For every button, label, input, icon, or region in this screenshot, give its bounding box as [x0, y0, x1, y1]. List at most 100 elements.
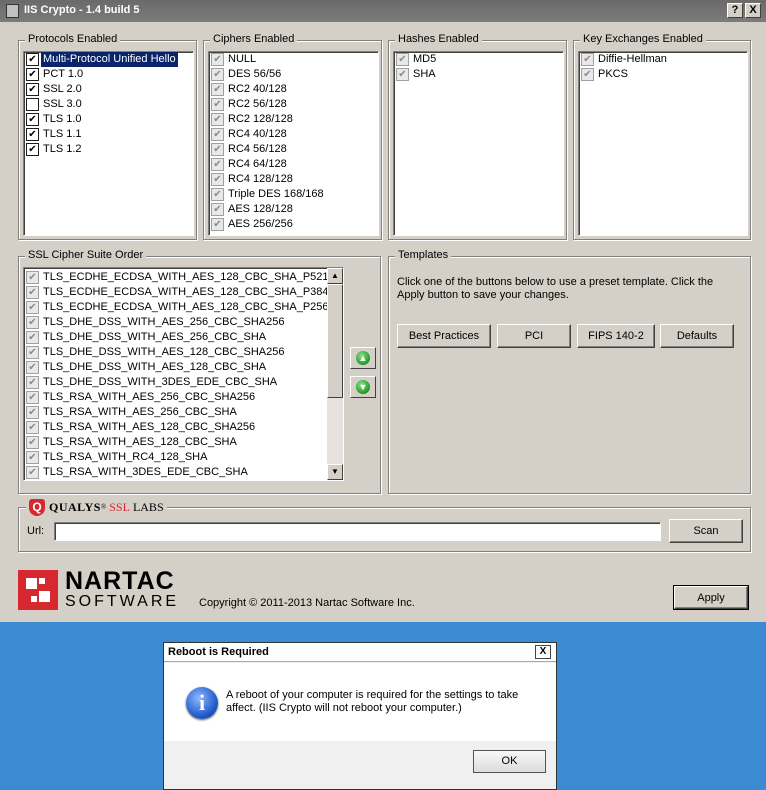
cipher-suite-item[interactable]: ✔ TLS_RSA_WITH_AES_256_CBC_SHA: [24, 405, 327, 420]
ciphers-legend: Ciphers Enabled: [210, 33, 298, 45]
cipher-item[interactable]: ✔ RC2 56/128: [209, 97, 378, 112]
cipher-suite-item[interactable]: ✔ TLS_RSA_WITH_RC4_128_SHA: [24, 450, 327, 465]
cipher-suite-item[interactable]: ✔ TLS_ECDHE_ECDSA_WITH_AES_128_CBC_SHA_P3…: [24, 285, 329, 300]
checkbox[interactable]: ✔: [26, 286, 39, 299]
protocol-item[interactable]: ✔ TLS 1.2: [24, 142, 193, 157]
cipher-suite-legend: SSL Cipher Suite Order: [25, 249, 147, 261]
checkbox[interactable]: ✔: [211, 113, 224, 126]
scroll-down-arrow-icon[interactable]: ▼: [327, 464, 343, 480]
checkbox[interactable]: ✔: [26, 316, 39, 329]
checkbox[interactable]: ✔: [26, 331, 39, 344]
checkbox[interactable]: ✔: [581, 53, 594, 66]
checkbox[interactable]: ✔: [26, 113, 39, 126]
checkbox[interactable]: ✔: [26, 376, 39, 389]
url-input[interactable]: [54, 522, 661, 541]
checkbox[interactable]: ✔: [26, 83, 39, 96]
protocols-list[interactable]: ✔ Multi-Protocol Unified Hello ✔ PCT 1.0 ✔ SS…: [23, 51, 194, 236]
checkbox[interactable]: ✔: [211, 143, 224, 156]
move-down-button[interactable]: ▼: [350, 376, 376, 398]
checkbox[interactable]: ✔: [211, 158, 224, 171]
fips-button[interactable]: FIPS 140-2: [577, 324, 655, 348]
checkbox[interactable]: ✔: [26, 346, 39, 359]
cipher-item[interactable]: ✔ RC2 40/128: [209, 82, 378, 97]
checkbox[interactable]: ✔: [211, 53, 224, 66]
url-label: Url:: [27, 525, 45, 537]
pci-button[interactable]: PCI: [497, 324, 571, 348]
checkbox[interactable]: ✔: [26, 466, 39, 479]
cipher-suite-scrollbar[interactable]: ▲ ▼: [327, 268, 343, 480]
best-practices-button[interactable]: Best Practices: [397, 324, 491, 348]
cipher-suite-item[interactable]: ✔ TLS_DHE_DSS_WITH_AES_128_CBC_SHA: [24, 360, 327, 375]
scroll-thumb[interactable]: [327, 284, 343, 398]
checkbox[interactable]: ✔: [211, 68, 224, 81]
cipher-item[interactable]: ✔ RC4 128/128: [209, 172, 378, 187]
checkbox[interactable]: ✔: [26, 451, 39, 464]
apply-button[interactable]: Apply: [673, 585, 749, 610]
cipher-item[interactable]: ✔ Triple DES 168/168: [209, 187, 378, 202]
hash-item[interactable]: ✔ SHA: [394, 67, 563, 82]
help-button[interactable]: ?: [727, 3, 743, 18]
checkbox[interactable]: ✔: [581, 68, 594, 81]
cipher-item[interactable]: ✔ AES 128/128: [209, 202, 378, 217]
cipher-item[interactable]: ✔ AES 256/256: [209, 217, 378, 232]
scroll-up-arrow-icon[interactable]: ▲: [327, 268, 343, 284]
protocol-item[interactable]: ✔ TLS 1.1: [24, 127, 193, 142]
cipher-suite-item[interactable]: ✔ TLS_RSA_WITH_AES_256_CBC_SHA256: [24, 390, 327, 405]
dialog-close-button[interactable]: X: [535, 645, 551, 659]
checkbox[interactable]: ✔: [26, 68, 39, 81]
cipher-suite-item[interactable]: ✔ TLS_DHE_DSS_WITH_AES_256_CBC_SHA256: [24, 315, 327, 330]
checkbox[interactable]: ✔: [211, 203, 224, 216]
protocol-item[interactable]: ✔ PCT 1.0: [24, 67, 193, 82]
cipher-suite-item[interactable]: ✔ TLS_DHE_DSS_WITH_AES_256_CBC_SHA: [24, 330, 327, 345]
checkbox[interactable]: ✔: [26, 421, 39, 434]
move-up-button[interactable]: ▲: [350, 347, 376, 369]
cipher-suite-item[interactable]: ✔ TLS_RSA_WITH_AES_128_CBC_SHA256: [24, 420, 327, 435]
checkbox[interactable]: ✔: [26, 361, 39, 374]
cipher-suite-item[interactable]: ✔ TLS_ECDHE_ECDSA_WITH_AES_128_CBC_SHA_P5…: [24, 270, 329, 285]
checkbox[interactable]: ✔: [211, 83, 224, 96]
protocol-item[interactable]: ✔ Multi-Protocol Unified Hello: [24, 52, 193, 67]
checkbox[interactable]: ✔: [26, 301, 39, 314]
ok-button[interactable]: OK: [473, 750, 546, 773]
cipher-suite-list[interactable]: ✔ TLS_ECDHE_ECDSA_WITH_AES_128_CBC_SHA_P5…: [23, 267, 344, 481]
checkbox[interactable]: ✔: [26, 436, 39, 449]
cipher-item[interactable]: ✔ NULL: [209, 52, 378, 67]
cipher-item[interactable]: ✔ DES 56/56: [209, 67, 378, 82]
checkbox[interactable]: ✔: [211, 173, 224, 186]
cipher-item[interactable]: ✔ RC4 40/128: [209, 127, 378, 142]
checkbox[interactable]: ✔: [211, 98, 224, 111]
cipher-item[interactable]: ✔ RC2 128/128: [209, 112, 378, 127]
cipher-suite-item[interactable]: ✔ TLS_DHE_DSS_WITH_AES_128_CBC_SHA256: [24, 345, 327, 360]
cipher-suite-item[interactable]: ✔ TLS_ECDHE_ECDSA_WITH_AES_128_CBC_SHA_P2…: [24, 300, 329, 315]
checkbox[interactable]: ✔: [26, 143, 39, 156]
protocol-item[interactable]: ✔ SSL 2.0: [24, 82, 193, 97]
nartac-logo-text: NARTAC: [65, 567, 175, 595]
hashes-list[interactable]: ✔ MD5 ✔ SHA: [393, 51, 564, 236]
checkbox[interactable]: ✔: [211, 218, 224, 231]
protocol-item[interactable]: ✔ TLS 1.0: [24, 112, 193, 127]
ciphers-list[interactable]: ✔ NULL ✔ DES 56/56 ✔ RC2 40/128 ✔ RC2 56/128 ✔ RC…: [208, 51, 379, 236]
checkbox[interactable]: ✔: [26, 128, 39, 141]
cipher-suite-item[interactable]: ✔ TLS_RSA_WITH_3DES_EDE_CBC_SHA: [24, 465, 327, 480]
cipher-item[interactable]: ✔ RC4 56/128: [209, 142, 378, 157]
checkbox[interactable]: ✔: [26, 406, 39, 419]
checkbox[interactable]: [26, 98, 39, 111]
cipher-suite-item[interactable]: ✔ TLS_DHE_DSS_WITH_3DES_EDE_CBC_SHA: [24, 375, 327, 390]
checkbox[interactable]: ✔: [211, 128, 224, 141]
checkbox[interactable]: ✔: [26, 53, 39, 66]
checkbox[interactable]: ✔: [396, 53, 409, 66]
checkbox[interactable]: ✔: [211, 188, 224, 201]
hash-item[interactable]: ✔ MD5: [394, 52, 563, 67]
protocol-item[interactable]: SSL 3.0: [24, 97, 193, 112]
key-exchange-item[interactable]: ✔ Diffie-Hellman: [579, 52, 747, 67]
scan-button[interactable]: Scan: [669, 519, 743, 543]
checkbox[interactable]: ✔: [26, 271, 39, 284]
key-exchanges-list[interactable]: ✔ Diffie-Hellman ✔ PKCS: [578, 51, 748, 236]
cipher-item[interactable]: ✔ RC4 64/128: [209, 157, 378, 172]
cipher-suite-item[interactable]: ✔ TLS_RSA_WITH_AES_128_CBC_SHA: [24, 435, 327, 450]
key-exchange-item[interactable]: ✔ PKCS: [579, 67, 747, 82]
close-button[interactable]: X: [745, 3, 761, 18]
checkbox[interactable]: ✔: [26, 391, 39, 404]
checkbox[interactable]: ✔: [396, 68, 409, 81]
defaults-button[interactable]: Defaults: [660, 324, 734, 348]
